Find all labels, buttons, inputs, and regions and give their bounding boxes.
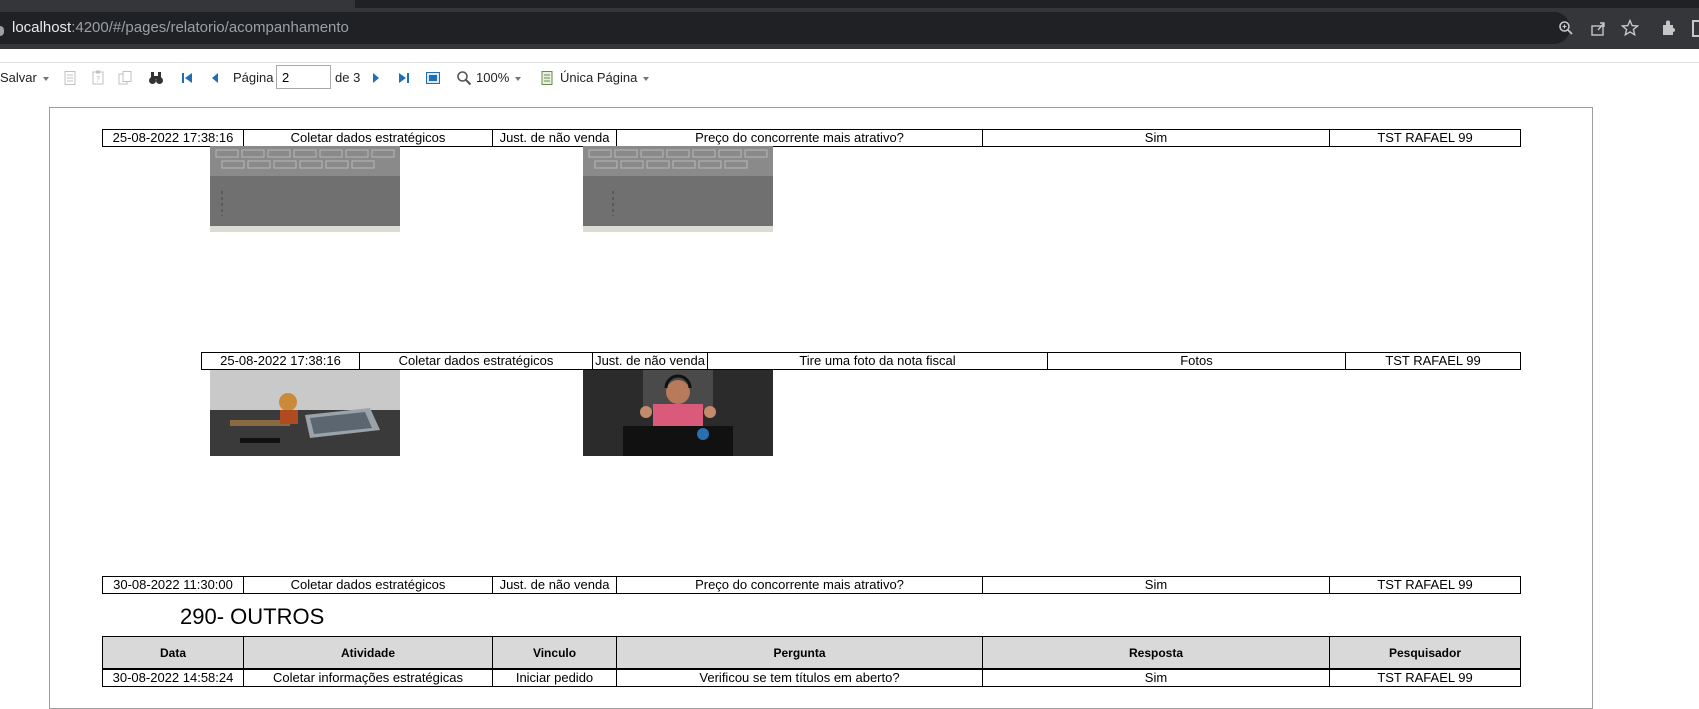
chevron-down-icon: [515, 76, 522, 81]
cell-resposta: Sim: [982, 669, 1330, 687]
browser-address-bar: localhost:4200/#/pages/relatorio/acompan…: [0, 8, 1699, 49]
page-label: Página: [233, 70, 274, 85]
cell-date: 30-08-2022 14:58:24: [102, 669, 244, 687]
header-atividade: Atividade: [243, 636, 493, 669]
app-header-spacer: [0, 49, 1699, 63]
profile-icon[interactable]: [1692, 20, 1699, 37]
parameters-icon[interactable]: ?: [90, 70, 106, 86]
zoom-dropdown[interactable]: 100%: [476, 69, 522, 87]
section-title: 290- OUTROS: [180, 604, 325, 629]
header-resposta: Resposta: [982, 636, 1330, 669]
document-icon[interactable]: [62, 70, 78, 86]
cell-pesquisador: TST RAFAEL 99: [1329, 669, 1521, 687]
cell-pergunta: Verificou se tem títulos em aberto?: [616, 669, 983, 687]
cell-pergunta: Preço do concorrente mais atrativo?: [616, 129, 983, 147]
next-page-icon[interactable]: [368, 70, 384, 86]
cell-pesquisador: TST RAFAEL 99: [1345, 352, 1521, 370]
url-host: localhost: [12, 19, 72, 36]
cell-date: 30-08-2022 11:30:00: [102, 576, 244, 594]
save-button[interactable]: Salvar: [0, 69, 49, 87]
cell-pesquisador: TST RAFAEL 99: [1329, 129, 1521, 147]
header-pergunta: Pergunta: [616, 636, 983, 669]
svg-text:?: ?: [96, 75, 100, 84]
page-count-label: de 3: [335, 70, 361, 85]
zoom-icon[interactable]: [1558, 20, 1574, 36]
find-binoculars-icon[interactable]: [148, 70, 164, 86]
previous-page-icon[interactable]: [207, 70, 223, 86]
cell-pergunta: Preço do concorrente mais atrativo?: [616, 576, 983, 594]
report-toolbar: Salvar ? Página de 3 100% Única Página: [0, 63, 1699, 93]
full-screen-icon[interactable]: [425, 70, 441, 86]
view-mode-value: Única Página: [560, 70, 638, 85]
cell-vinculo: Just. de não venda: [492, 576, 617, 594]
cell-atividade: Coletar dados estratégicos: [243, 129, 493, 147]
active-tab[interactable]: [0, 0, 355, 8]
cell-resposta: Fotos: [1047, 352, 1346, 370]
url-path: :4200/#/pages/relatorio/acompanhamento: [71, 19, 349, 36]
cell-atividade: Coletar dados estratégicos: [243, 576, 493, 594]
report-viewer[interactable]: 25-08-2022 17:38:16 Coletar dados estrat…: [0, 94, 1699, 709]
table-row: 25-08-2022 17:38:16 Coletar dados estrat…: [201, 352, 1521, 370]
header-vinculo: Vinculo: [492, 636, 617, 669]
last-page-icon[interactable]: [396, 70, 412, 86]
cell-pesquisador: TST RAFAEL 99: [1329, 576, 1521, 594]
browser-tab-strip: [0, 0, 1699, 8]
header-data: Data: [102, 636, 244, 669]
table-row: 25-08-2022 17:38:16 Coletar dados estrat…: [102, 129, 1521, 147]
cell-atividade: Coletar informações estratégicas: [243, 669, 493, 687]
cell-resposta: Sim: [982, 129, 1330, 147]
zoom-value: 100%: [476, 70, 510, 85]
cell-date: 25-08-2022 17:38:16: [201, 352, 360, 370]
url-field[interactable]: localhost:4200/#/pages/relatorio/acompan…: [0, 12, 1573, 44]
cell-pergunta: Tire uma foto da nota fiscal: [707, 352, 1048, 370]
extensions-icon[interactable]: [1660, 19, 1678, 37]
save-label: Salvar: [0, 70, 37, 85]
site-info-icon[interactable]: [0, 26, 4, 36]
cell-vinculo: Iniciar pedido: [492, 669, 617, 687]
page-number-input[interactable]: [276, 65, 331, 89]
share-icon[interactable]: [1590, 20, 1607, 37]
bookmark-star-icon[interactable]: [1621, 19, 1639, 37]
cell-date: 25-08-2022 17:38:16: [102, 129, 244, 147]
header-pesquisador: Pesquisador: [1329, 636, 1521, 669]
photo-keyboard-1: [210, 146, 400, 232]
cell-vinculo: Just. de não venda: [592, 352, 708, 370]
copy-pages-icon[interactable]: [117, 70, 133, 86]
cell-resposta: Sim: [982, 576, 1330, 594]
cell-atividade: Coletar dados estratégicos: [359, 352, 593, 370]
view-mode-dropdown[interactable]: Única Página: [560, 69, 650, 87]
chevron-down-icon: [643, 76, 650, 81]
table-row: 30-08-2022 11:30:00 Coletar dados estrat…: [102, 576, 1521, 594]
photo-desk: [210, 370, 400, 456]
photo-keyboard-2: [583, 146, 773, 232]
table-row: 30-08-2022 14:58:24 Coletar informações …: [102, 669, 1521, 687]
chevron-down-icon: [42, 76, 49, 81]
zoom-magnifier-icon[interactable]: [456, 70, 472, 86]
first-page-icon[interactable]: [179, 70, 195, 86]
photo-person: [583, 370, 773, 456]
report-page: 25-08-2022 17:38:16 Coletar dados estrat…: [49, 107, 1593, 709]
table-header: Data Atividade Vinculo Pergunta Resposta…: [102, 636, 1521, 669]
single-page-icon[interactable]: [539, 70, 555, 86]
cell-vinculo: Just. de não venda: [492, 129, 617, 147]
